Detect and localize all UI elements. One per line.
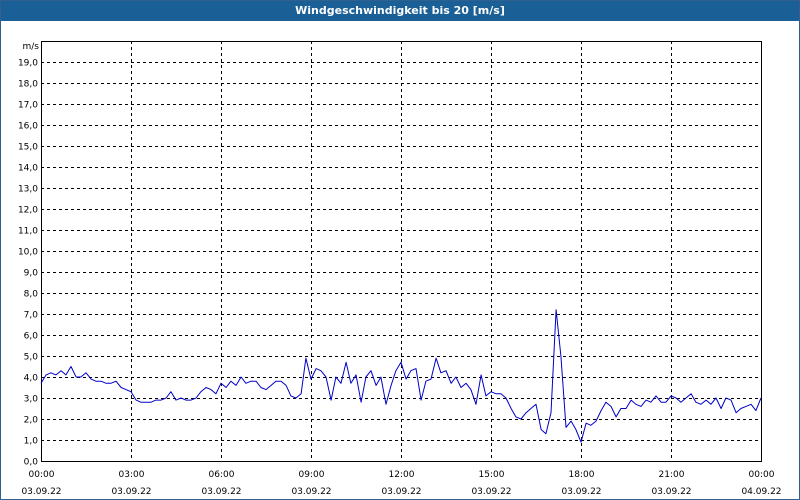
y-tick-label: 8,0 — [24, 290, 39, 300]
y-tick-label: 15,0 — [18, 143, 38, 153]
y-tick-label: 3,0 — [24, 395, 39, 405]
y-tick-label: 9,0 — [24, 269, 39, 279]
x-tick-time-label: 06:00 — [209, 470, 235, 480]
x-tick-date-label: 03.09.22 — [291, 487, 331, 497]
x-tick-date-label: 03.09.22 — [111, 487, 151, 497]
x-tick-time-label: 09:00 — [299, 470, 325, 480]
y-tick-label: 2,0 — [24, 416, 39, 426]
x-tick-date-label: 03.09.22 — [381, 487, 421, 497]
y-tick-label: 18,0 — [18, 80, 38, 90]
y-tick-label: 4,0 — [24, 374, 39, 384]
x-tick-date-label: 03.09.22 — [201, 487, 241, 497]
y-tick-label: 17,0 — [18, 101, 38, 111]
y-tick-label: 14,0 — [18, 164, 38, 174]
x-tick-date-label: 03.09.22 — [561, 487, 601, 497]
x-axis-ticks: 00:00 03.09.22 03:00 03.09.22 06:00 03.09.22 0… — [21, 470, 781, 497]
x-tick-time-label: 21:00 — [659, 470, 685, 480]
x-tick-time-label: 00:00 — [749, 470, 775, 480]
y-tick-label: 13,0 — [18, 185, 38, 195]
wind-speed-chart: 0,0 1,0 2,0 3,0 4,0 5,0 6,0 7,0 8,0 9,0 10,0 11,0 12… — [18, 41, 782, 497]
y-tick-label: 6,0 — [24, 332, 39, 342]
x-tick-time-label: 00:00 — [29, 470, 55, 480]
y-tick-label: 11,0 — [18, 227, 38, 237]
x-tick-time-label: 15:00 — [479, 470, 505, 480]
x-tick-date-label: 03.09.22 — [21, 487, 61, 497]
y-tick-label: 1,0 — [24, 437, 39, 447]
x-tick-time-label: 03:00 — [119, 470, 145, 480]
y-tick-label: 7,0 — [24, 311, 39, 321]
y-tick-label: 0,0 — [24, 458, 39, 468]
x-tick-date-label: 04.09.22 — [741, 487, 781, 497]
y-tick-label: 12,0 — [18, 206, 38, 216]
x-tick-date-label: 03.09.22 — [651, 487, 691, 497]
y-tick-label: 10,0 — [18, 248, 38, 258]
x-tick-date-label: 03.09.22 — [471, 487, 511, 497]
y-tick-label: 5,0 — [24, 353, 39, 363]
y-tick-label: 19,0 — [18, 59, 38, 69]
x-tick-time-label: 18:00 — [569, 470, 595, 480]
grid-lines — [41, 41, 761, 461]
y-tick-label: 16,0 — [18, 122, 38, 132]
y-axis-unit-label: m/s — [23, 42, 40, 52]
x-tick-time-label: 12:00 — [389, 470, 415, 480]
y-axis-ticks: 0,0 1,0 2,0 3,0 4,0 5,0 6,0 7,0 8,0 9,0 10,0 11,0 12… — [18, 59, 38, 468]
chart-window: Windgeschwindigkeit bis 20 [m/s] 0,0 1,0 2… — [0, 0, 800, 500]
